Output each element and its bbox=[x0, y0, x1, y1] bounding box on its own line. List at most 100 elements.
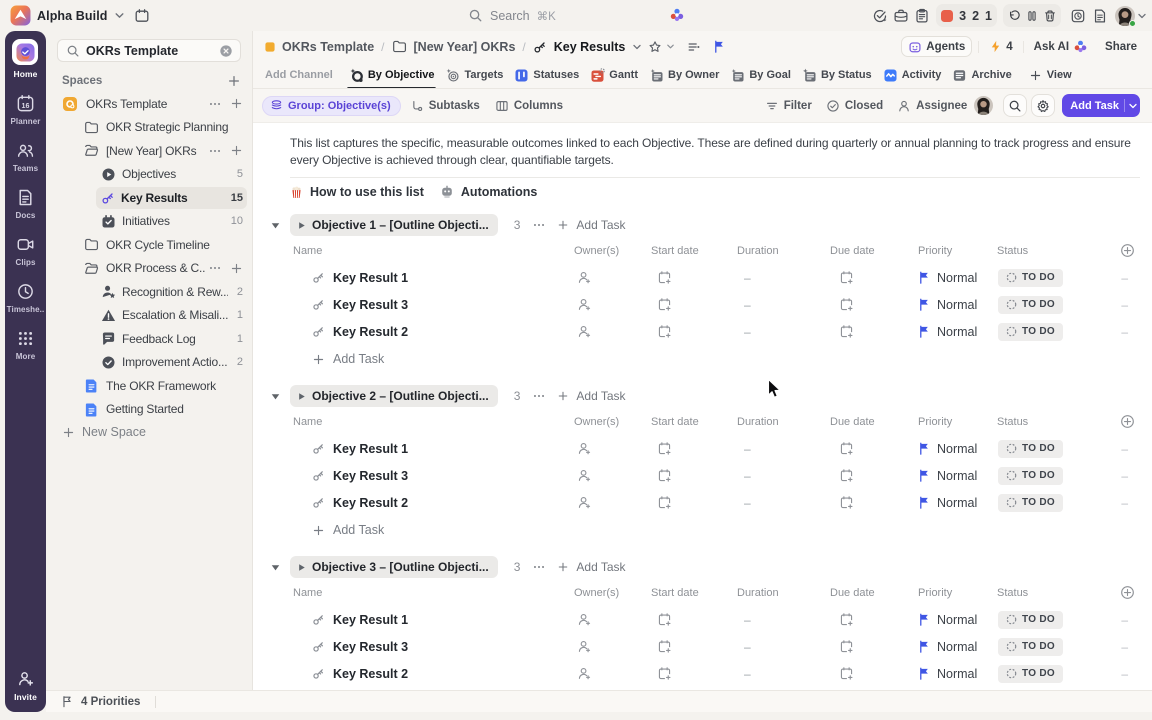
due-date-cell[interactable] bbox=[822, 270, 910, 285]
due-date-cell[interactable] bbox=[822, 441, 910, 456]
duration-cell[interactable]: – bbox=[729, 442, 822, 456]
owner-cell[interactable] bbox=[566, 612, 643, 627]
tab-by-status[interactable]: By Status bbox=[802, 62, 872, 89]
priority-cell[interactable]: Normal bbox=[910, 442, 989, 456]
due-date-cell[interactable] bbox=[822, 297, 910, 312]
column-owners[interactable]: Owner(s) bbox=[566, 416, 643, 428]
column-name[interactable]: Name bbox=[290, 416, 566, 428]
owner-cell[interactable] bbox=[566, 639, 643, 654]
restart-icon[interactable] bbox=[1007, 9, 1021, 23]
priorities-label[interactable]: 4 Priorities bbox=[81, 696, 140, 708]
list-description[interactable]: This list captures the specific, measura… bbox=[290, 135, 1137, 168]
column-duration[interactable]: Duration bbox=[729, 416, 822, 428]
priority-cell[interactable]: Normal bbox=[910, 469, 989, 483]
how-to-link[interactable]: How to use this list bbox=[310, 185, 424, 199]
breadcrumb-space[interactable]: OKRs Template bbox=[265, 40, 374, 54]
start-date-cell[interactable] bbox=[643, 297, 729, 312]
duration-cell[interactable]: – bbox=[729, 298, 822, 312]
add-task-button[interactable]: Add Task bbox=[1062, 94, 1140, 117]
column-priority[interactable]: Priority bbox=[910, 587, 989, 599]
sidebar-search-input[interactable]: OKRs Template bbox=[57, 39, 241, 62]
task-row[interactable]: Key Result 1 – Normal TO DO – bbox=[290, 606, 1140, 633]
agents-button[interactable]: Agents bbox=[901, 36, 972, 57]
briefcase-icon[interactable] bbox=[892, 7, 910, 25]
task-name[interactable]: Key Result 3 bbox=[333, 298, 408, 312]
task-name[interactable]: Key Result 2 bbox=[333, 667, 408, 681]
due-date-cell[interactable] bbox=[822, 666, 910, 681]
start-date-cell[interactable] bbox=[643, 612, 729, 627]
collapse-group-icon[interactable] bbox=[270, 220, 290, 231]
priority-cell[interactable]: Normal bbox=[910, 667, 989, 681]
favorite-star-icon[interactable] bbox=[648, 40, 662, 54]
owner-cell[interactable] bbox=[566, 324, 643, 339]
group-name-chip[interactable]: Objective 2 – [Outline Objecti... bbox=[290, 385, 498, 407]
sidebar-item-feedback-log[interactable]: Feedback Log 1 bbox=[46, 327, 252, 351]
task-name[interactable]: Key Result 2 bbox=[333, 325, 408, 339]
owner-cell[interactable] bbox=[566, 441, 643, 456]
column-priority[interactable]: Priority bbox=[910, 245, 989, 257]
column-owners[interactable]: Owner(s) bbox=[566, 245, 643, 257]
add-column-icon[interactable] bbox=[1120, 243, 1135, 258]
task-row[interactable]: Key Result 2 – Normal TO DO – bbox=[290, 660, 1140, 687]
column-due-date[interactable]: Due date bbox=[822, 587, 910, 599]
group-menu-icon[interactable] bbox=[532, 389, 546, 403]
group-menu-icon[interactable] bbox=[532, 218, 546, 232]
task-row[interactable]: Key Result 2 – Normal TO DO – bbox=[290, 318, 1140, 345]
add-task-row[interactable]: Add Task bbox=[290, 345, 1140, 373]
chevron-down-icon[interactable] bbox=[666, 42, 675, 51]
tab-gantt[interactable]: Gantt bbox=[590, 62, 638, 89]
global-search[interactable]: Search ⌘K bbox=[468, 0, 556, 31]
add-space-icon[interactable] bbox=[227, 74, 241, 88]
sidebar-item-okr-strategic-planning[interactable]: OKR Strategic Planning bbox=[46, 116, 252, 140]
task-check-icon[interactable] bbox=[871, 7, 889, 25]
status-cell[interactable]: TO DO bbox=[989, 638, 1099, 656]
rail-item-clips[interactable]: Clips bbox=[7, 235, 45, 267]
new-space-button[interactable]: New Space bbox=[62, 425, 252, 439]
duration-cell[interactable]: – bbox=[729, 613, 822, 627]
sidebar-item-key-results[interactable]: Key Results 15 bbox=[46, 186, 252, 210]
start-date-cell[interactable] bbox=[643, 324, 729, 339]
task-row[interactable]: Key Result 1 – Normal TO DO – bbox=[290, 264, 1140, 291]
plus-icon[interactable] bbox=[230, 144, 243, 157]
account-menu[interactable] bbox=[1115, 6, 1147, 26]
column-status[interactable]: Status bbox=[989, 587, 1099, 599]
column-start-date[interactable]: Start date bbox=[643, 416, 729, 428]
column-due-date[interactable]: Due date bbox=[822, 416, 910, 428]
status-cell[interactable]: TO DO bbox=[989, 467, 1099, 485]
status-cell[interactable]: TO DO bbox=[989, 665, 1099, 683]
owner-cell[interactable] bbox=[566, 495, 643, 510]
flag-icon[interactable] bbox=[713, 40, 726, 53]
due-date-cell[interactable] bbox=[822, 639, 910, 654]
column-status[interactable]: Status bbox=[989, 416, 1099, 428]
start-date-cell[interactable] bbox=[643, 666, 729, 681]
search-tasks-button[interactable] bbox=[1003, 94, 1027, 117]
tab-by-goal[interactable]: By Goal bbox=[730, 62, 791, 89]
group-name-chip[interactable]: Objective 1 – [Outline Objecti... bbox=[290, 214, 498, 236]
duration-cell[interactable]: – bbox=[729, 271, 822, 285]
sidebar-item-improvement-actio[interactable]: Improvement Actio... 2 bbox=[46, 351, 252, 375]
status-cell[interactable]: TO DO bbox=[989, 323, 1099, 341]
rail-item-home[interactable]: Home bbox=[7, 39, 45, 79]
column-owners[interactable]: Owner(s) bbox=[566, 587, 643, 599]
group-add-task-button[interactable]: Add Task bbox=[557, 560, 625, 574]
task-row[interactable]: Key Result 3 – Normal TO DO – bbox=[290, 633, 1140, 660]
task-row[interactable]: Key Result 2 – Normal TO DO – bbox=[290, 489, 1140, 516]
timer-icon[interactable] bbox=[1069, 7, 1087, 25]
notes-icon[interactable] bbox=[1091, 7, 1109, 25]
sidebar-item-the-okr-framework[interactable]: The OKR Framework bbox=[46, 374, 252, 398]
view-settings-button[interactable] bbox=[1031, 94, 1055, 117]
clipboard-icon[interactable] bbox=[913, 7, 931, 25]
ask-ai-button[interactable]: Ask AI bbox=[1030, 36, 1092, 57]
due-date-cell[interactable] bbox=[822, 468, 910, 483]
sidebar-item-new-year-okrs[interactable]: [New Year] OKRs bbox=[46, 139, 252, 163]
owner-cell[interactable] bbox=[566, 297, 643, 312]
plus-icon[interactable] bbox=[230, 97, 243, 110]
start-date-cell[interactable] bbox=[643, 468, 729, 483]
sidebar-item-recognition-rew[interactable]: Recognition & Rew... 2 bbox=[46, 280, 252, 304]
status-cell[interactable]: TO DO bbox=[989, 440, 1099, 458]
collapse-group-icon[interactable] bbox=[270, 391, 290, 402]
status-cell[interactable]: TO DO bbox=[989, 494, 1099, 512]
duration-cell[interactable]: – bbox=[729, 667, 822, 681]
avatar[interactable] bbox=[974, 96, 993, 115]
task-name[interactable]: Key Result 2 bbox=[333, 496, 408, 510]
